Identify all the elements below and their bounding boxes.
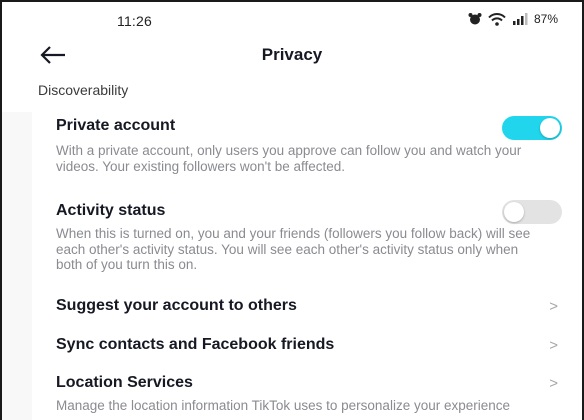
location-services-title: Location Services — [56, 374, 193, 391]
setting-location-services[interactable]: Location Services Manage the location in… — [56, 374, 558, 414]
phone-screen: 11:26 87% Privacy Discoverability Privat… — [0, 0, 584, 420]
signal-icon — [512, 13, 528, 25]
toggle-knob — [540, 118, 560, 138]
status-bar: 11:26 87% — [2, 2, 582, 34]
activity-status-title: Activity status — [56, 202, 166, 219]
section-label-discoverability: Discoverability — [38, 82, 129, 98]
chevron-right-icon: > — [549, 337, 558, 354]
private-account-toggle[interactable] — [502, 116, 562, 140]
toggle-knob — [504, 202, 524, 222]
setting-private-account: Private account With a private account, … — [56, 117, 558, 174]
status-time: 11:26 — [117, 13, 152, 29]
suggest-account-title: Suggest your account to others — [56, 297, 297, 314]
sync-contacts-title: Sync contacts and Facebook friends — [56, 336, 335, 353]
private-account-title: Private account — [56, 117, 176, 134]
chevron-right-icon: > — [549, 298, 558, 315]
system-icons: 87% — [468, 12, 558, 26]
activity-status-toggle[interactable] — [502, 200, 562, 224]
chevron-right-icon: > — [549, 375, 558, 392]
page-title: Privacy — [261, 45, 323, 64]
activity-status-description: When this is turned on, you and your fri… — [56, 226, 531, 272]
setting-suggest-account[interactable]: Suggest your account to others — [56, 297, 558, 315]
wifi-icon — [488, 12, 506, 26]
setting-sync-contacts[interactable]: Sync contacts and Facebook friends — [56, 336, 558, 354]
alarm-icon — [468, 13, 482, 25]
setting-activity-status: Activity status When this is turned on, … — [56, 202, 558, 273]
top-navigation: Privacy — [2, 34, 582, 78]
battery-level: 87% — [533, 12, 558, 26]
private-account-description: With a private account, only users you a… — [56, 143, 522, 174]
location-services-description: Manage the location information TikTok u… — [56, 398, 511, 413]
